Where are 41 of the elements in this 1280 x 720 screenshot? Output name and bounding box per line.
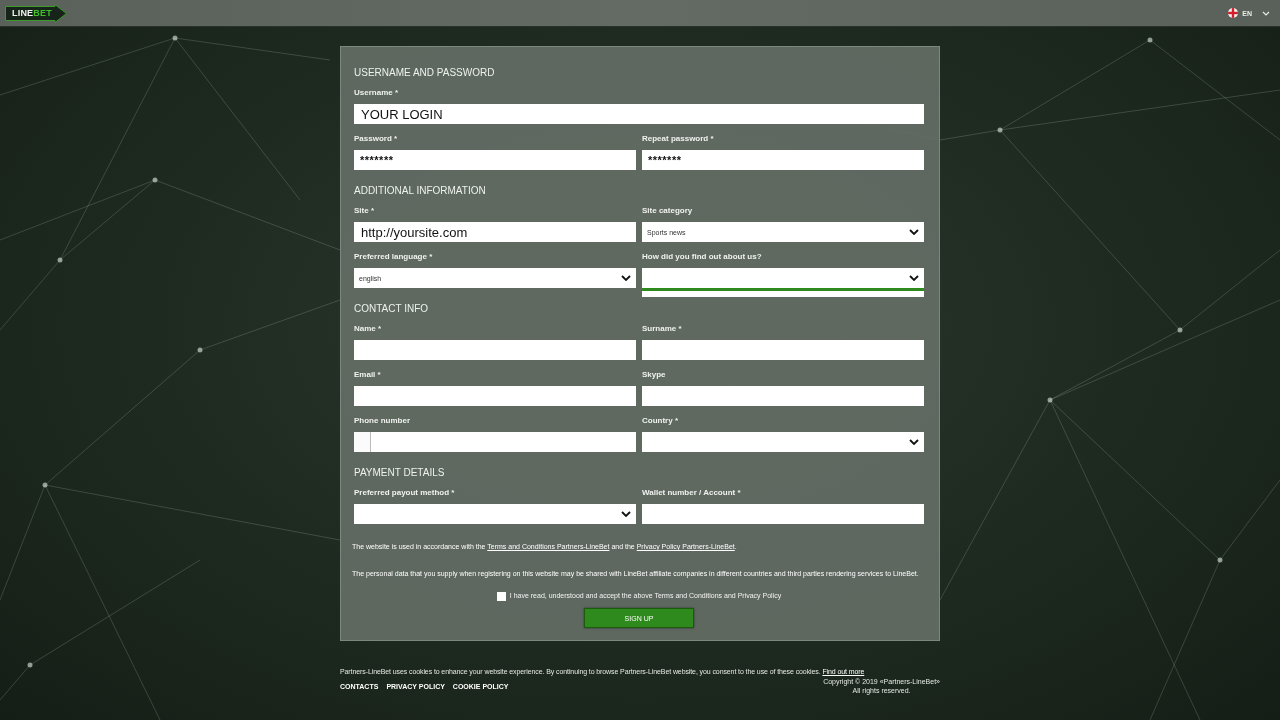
input-field[interactable]: YOUR LOGIN — [354, 104, 924, 124]
field-label: Country * — [642, 415, 678, 427]
input-field[interactable] — [642, 340, 924, 360]
checkbox[interactable] — [496, 591, 506, 601]
flag-icon — [1228, 8, 1239, 18]
dropdown-field[interactable] — [642, 432, 924, 452]
password-field[interactable]: ******* — [642, 150, 924, 170]
section-heading: USERNAME AND PASSWORD — [354, 66, 495, 80]
field-label: Wallet number / Account * — [642, 487, 741, 499]
dropdown-field[interactable] — [354, 504, 636, 524]
input-field[interactable]: http://yoursite.com — [354, 222, 636, 242]
chevron-down-icon — [1262, 10, 1270, 16]
section-heading: CONTACT INFO — [354, 302, 429, 316]
field-label: Site * — [354, 205, 374, 217]
section-heading: PAYMENT DETAILS — [354, 466, 445, 480]
field-label: How did you find out about us? — [642, 251, 762, 263]
input-field[interactable] — [642, 386, 924, 406]
dropdown-list[interactable] — [642, 291, 924, 297]
field-label: Preferred payout method * — [354, 487, 455, 499]
field-label: Name * — [354, 323, 382, 335]
field-label: Skype — [642, 369, 666, 381]
chevron-down-icon — [909, 229, 919, 235]
chevron-down-icon — [621, 511, 631, 517]
input-field[interactable] — [354, 386, 636, 406]
field-label: Password * — [354, 133, 398, 145]
input-field[interactable] — [642, 504, 924, 524]
field-label: Username * — [354, 87, 399, 99]
chevron-down-icon — [909, 439, 919, 445]
field-label: Repeat password * — [642, 133, 714, 145]
field-label: Surname * — [642, 323, 682, 335]
section-heading: ADDITIONAL INFORMATION — [354, 184, 486, 198]
logo[interactable]: LINEBET — [5, 3, 67, 23]
field-label: Phone number — [354, 415, 410, 427]
chevron-down-icon — [621, 275, 631, 281]
password-field[interactable]: ******* — [354, 150, 636, 170]
input-field[interactable] — [354, 340, 636, 360]
field-label: Preferred language * — [354, 251, 433, 263]
field-label: Email * — [354, 369, 381, 381]
field-label: Site category — [642, 205, 693, 217]
chevron-down-icon — [909, 275, 919, 281]
dropdown-field[interactable] — [642, 268, 924, 288]
